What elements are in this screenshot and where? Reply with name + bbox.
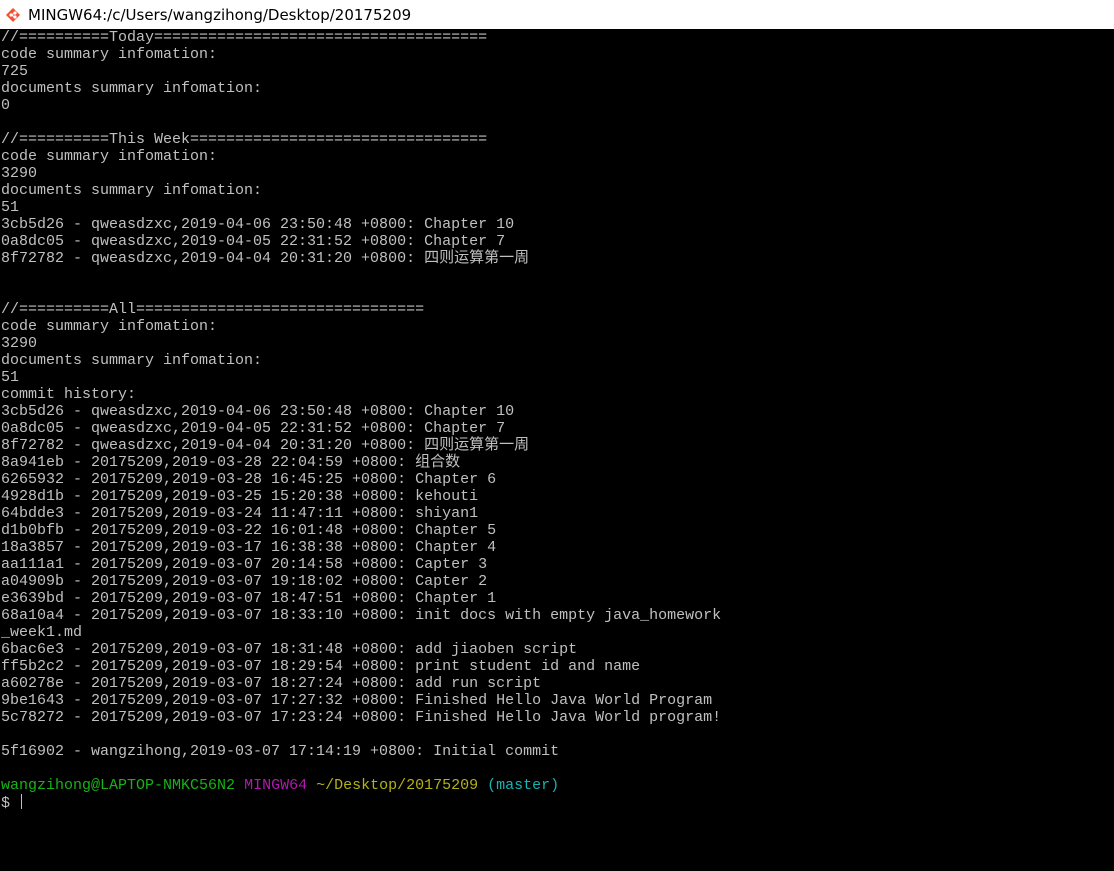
terminal-line: 0a8dc05 - qweasdzxc,2019-04-05 22:31:52 …: [1, 233, 506, 250]
terminal-line: code summary infomation:: [1, 46, 218, 63]
terminal-line: 3cb5d26 - qweasdzxc,2019-04-06 23:50:48 …: [1, 403, 515, 420]
terminal-line: _week1.md: [1, 624, 83, 641]
terminal-line: 0a8dc05 - qweasdzxc,2019-04-05 22:31:52 …: [1, 420, 506, 437]
prompt-user-host: wangzihong@LAPTOP-NMKC56N2: [1, 777, 236, 794]
terminal-line: 18a3857 - 20175209,2019-03-17 16:38:38 +…: [1, 539, 497, 556]
terminal-window: MINGW64:/c/Users/wangzihong/Desktop/2017…: [0, 0, 1114, 871]
terminal-line: documents summary infomation:: [1, 352, 263, 369]
terminal-line: documents summary infomation:: [1, 182, 263, 199]
terminal-line: 4928d1b - 20175209,2019-03-25 15:20:38 +…: [1, 488, 479, 505]
terminal-line: d1b0bfb - 20175209,2019-03-22 16:01:48 +…: [1, 522, 497, 539]
title-bar[interactable]: MINGW64:/c/Users/wangzihong/Desktop/2017…: [0, 0, 1114, 29]
terminal-line: 8a941eb - 20175209,2019-03-28 22:04:59 +…: [1, 454, 461, 471]
terminal-line: 68a10a4 - 20175209,2019-03-07 18:33:10 +…: [1, 607, 722, 624]
terminal-line: //==========Today=======================…: [1, 29, 488, 46]
terminal-line: aa111a1 - 20175209,2019-03-07 20:14:58 +…: [1, 556, 488, 573]
prompt-symbol: $: [1, 795, 11, 812]
text-cursor: [21, 794, 23, 809]
terminal-line: 8f72782 - qweasdzxc,2019-04-04 20:31:20 …: [1, 250, 530, 267]
terminal-line: 51: [1, 199, 20, 216]
terminal-line: 8f72782 - qweasdzxc,2019-04-04 20:31:20 …: [1, 437, 530, 454]
terminal-line: a04909b - 20175209,2019-03-07 19:18:02 +…: [1, 573, 488, 590]
terminal-line: 0: [1, 97, 11, 114]
terminal-output[interactable]: //==========Today=======================…: [1, 29, 1111, 871]
terminal-line: commit history:: [1, 386, 137, 403]
terminal-line: 6bac6e3 - 20175209,2019-03-07 18:31:48 +…: [1, 641, 578, 658]
input-line[interactable]: $: [1, 794, 1111, 812]
output-lines: //==========Today=======================…: [1, 29, 1111, 777]
terminal-line: code summary infomation:: [1, 318, 218, 335]
prompt-system: MINGW64: [244, 777, 308, 794]
window-title: MINGW64:/c/Users/wangzihong/Desktop/2017…: [28, 5, 412, 24]
terminal-line: code summary infomation:: [1, 148, 218, 165]
terminal-line: //==========This Week===================…: [1, 131, 488, 148]
terminal-line: 725: [1, 63, 29, 80]
prompt-path: ~/Desktop/20175209: [316, 777, 479, 794]
prompt-branch: (master): [487, 777, 560, 794]
terminal-line: a60278e - 20175209,2019-03-07 18:27:24 +…: [1, 675, 542, 692]
terminal-line: 5c78272 - 20175209,2019-03-07 17:23:24 +…: [1, 709, 722, 726]
terminal-line: 51: [1, 369, 20, 386]
terminal-line: 5f16902 - wangzihong,2019-03-07 17:14:19…: [1, 743, 560, 760]
terminal-line: documents summary infomation:: [1, 80, 263, 97]
terminal-line: 3290: [1, 165, 38, 182]
terminal-line: 64bdde3 - 20175209,2019-03-24 11:47:11 +…: [1, 505, 479, 522]
terminal-line: 9be1643 - 20175209,2019-03-07 17:27:32 +…: [1, 692, 713, 709]
git-bash-icon: [5, 6, 21, 23]
terminal-line: ff5b2c2 - 20175209,2019-03-07 18:29:54 +…: [1, 658, 641, 675]
terminal-line: 3cb5d26 - qweasdzxc,2019-04-06 23:50:48 …: [1, 216, 515, 233]
terminal-line: e3639bd - 20175209,2019-03-07 18:47:51 +…: [1, 590, 497, 607]
terminal-line: 3290: [1, 335, 38, 352]
terminal-line: 6265932 - 20175209,2019-03-28 16:45:25 +…: [1, 471, 497, 488]
terminal-line: //==========All=========================…: [1, 301, 425, 318]
prompt-line: wangzihong@LAPTOP-NMKC56N2 MINGW64 ~/Des…: [1, 777, 1111, 794]
